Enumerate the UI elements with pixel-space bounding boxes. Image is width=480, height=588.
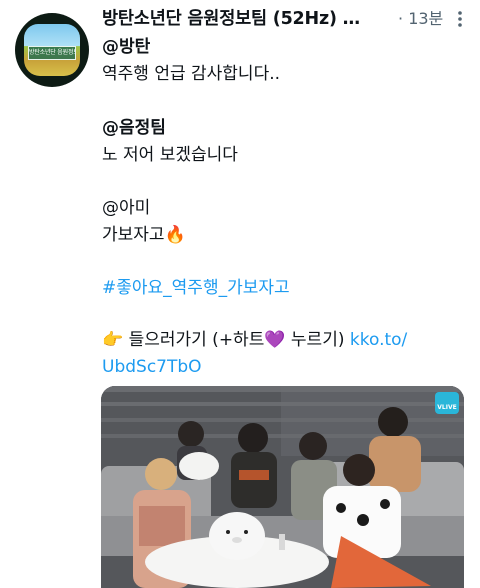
short-link-part2[interactable]: UbdSc7TbO bbox=[102, 354, 202, 381]
mention-eumjeong-team[interactable]: @음정팀 bbox=[102, 115, 166, 142]
mention-bangtan[interactable]: @방탄 bbox=[102, 34, 150, 61]
text-gabojago: 가보자고 bbox=[102, 225, 165, 245]
timestamp[interactable]: · 13분 bbox=[398, 6, 443, 32]
vlive-badge: VLIVE bbox=[437, 404, 457, 411]
time-ago: 13분 bbox=[408, 9, 444, 28]
tweet-media-image[interactable]: VLIVE bbox=[101, 386, 464, 588]
avatar[interactable]: 방탄소년단 음원정보팀 bbox=[15, 13, 89, 87]
avatar-image: 방탄소년단 음원정보팀 bbox=[24, 24, 80, 76]
time-separator: · bbox=[398, 9, 404, 28]
fire-emoji: 🔥 bbox=[164, 225, 186, 245]
text-line-thanks: 역주행 언급 감사합니다.. bbox=[102, 64, 281, 84]
tweet-header: 방탄소년단 음원정보팀 (52Hz) … · 13분 bbox=[102, 6, 474, 32]
text-line-let-go: 가보자고🔥 bbox=[102, 222, 186, 249]
more-options-icon[interactable] bbox=[450, 9, 470, 29]
avatar-sign-text: 방탄소년단 음원정보팀 bbox=[28, 46, 76, 60]
purple-heart-emoji: 💜 bbox=[264, 330, 286, 350]
text-listen: 들으러가기 (+하트 bbox=[128, 330, 265, 350]
text-press: 누르기) bbox=[290, 330, 345, 350]
mention-army: @아미 bbox=[102, 198, 151, 218]
text-line-row: 노 저어 보겠습니다 bbox=[102, 145, 238, 165]
display-name[interactable]: 방탄소년단 음원정보팀 (52Hz) … bbox=[102, 6, 360, 32]
pointing-hand-emoji: 👉 bbox=[102, 330, 124, 350]
text-line-listen: 👉 들으러가기 (+하트💜 누르기) kko.to/ bbox=[102, 327, 407, 354]
tweet[interactable]: 방탄소년단 음원정보팀 방탄소년단 음원정보팀 (52Hz) … · 13분 @… bbox=[0, 0, 480, 588]
short-link-part1[interactable]: kko.to/ bbox=[350, 330, 407, 350]
group-photo bbox=[101, 386, 464, 588]
hashtag-link[interactable]: #좋아요_역주행_가보자고 bbox=[102, 275, 290, 302]
